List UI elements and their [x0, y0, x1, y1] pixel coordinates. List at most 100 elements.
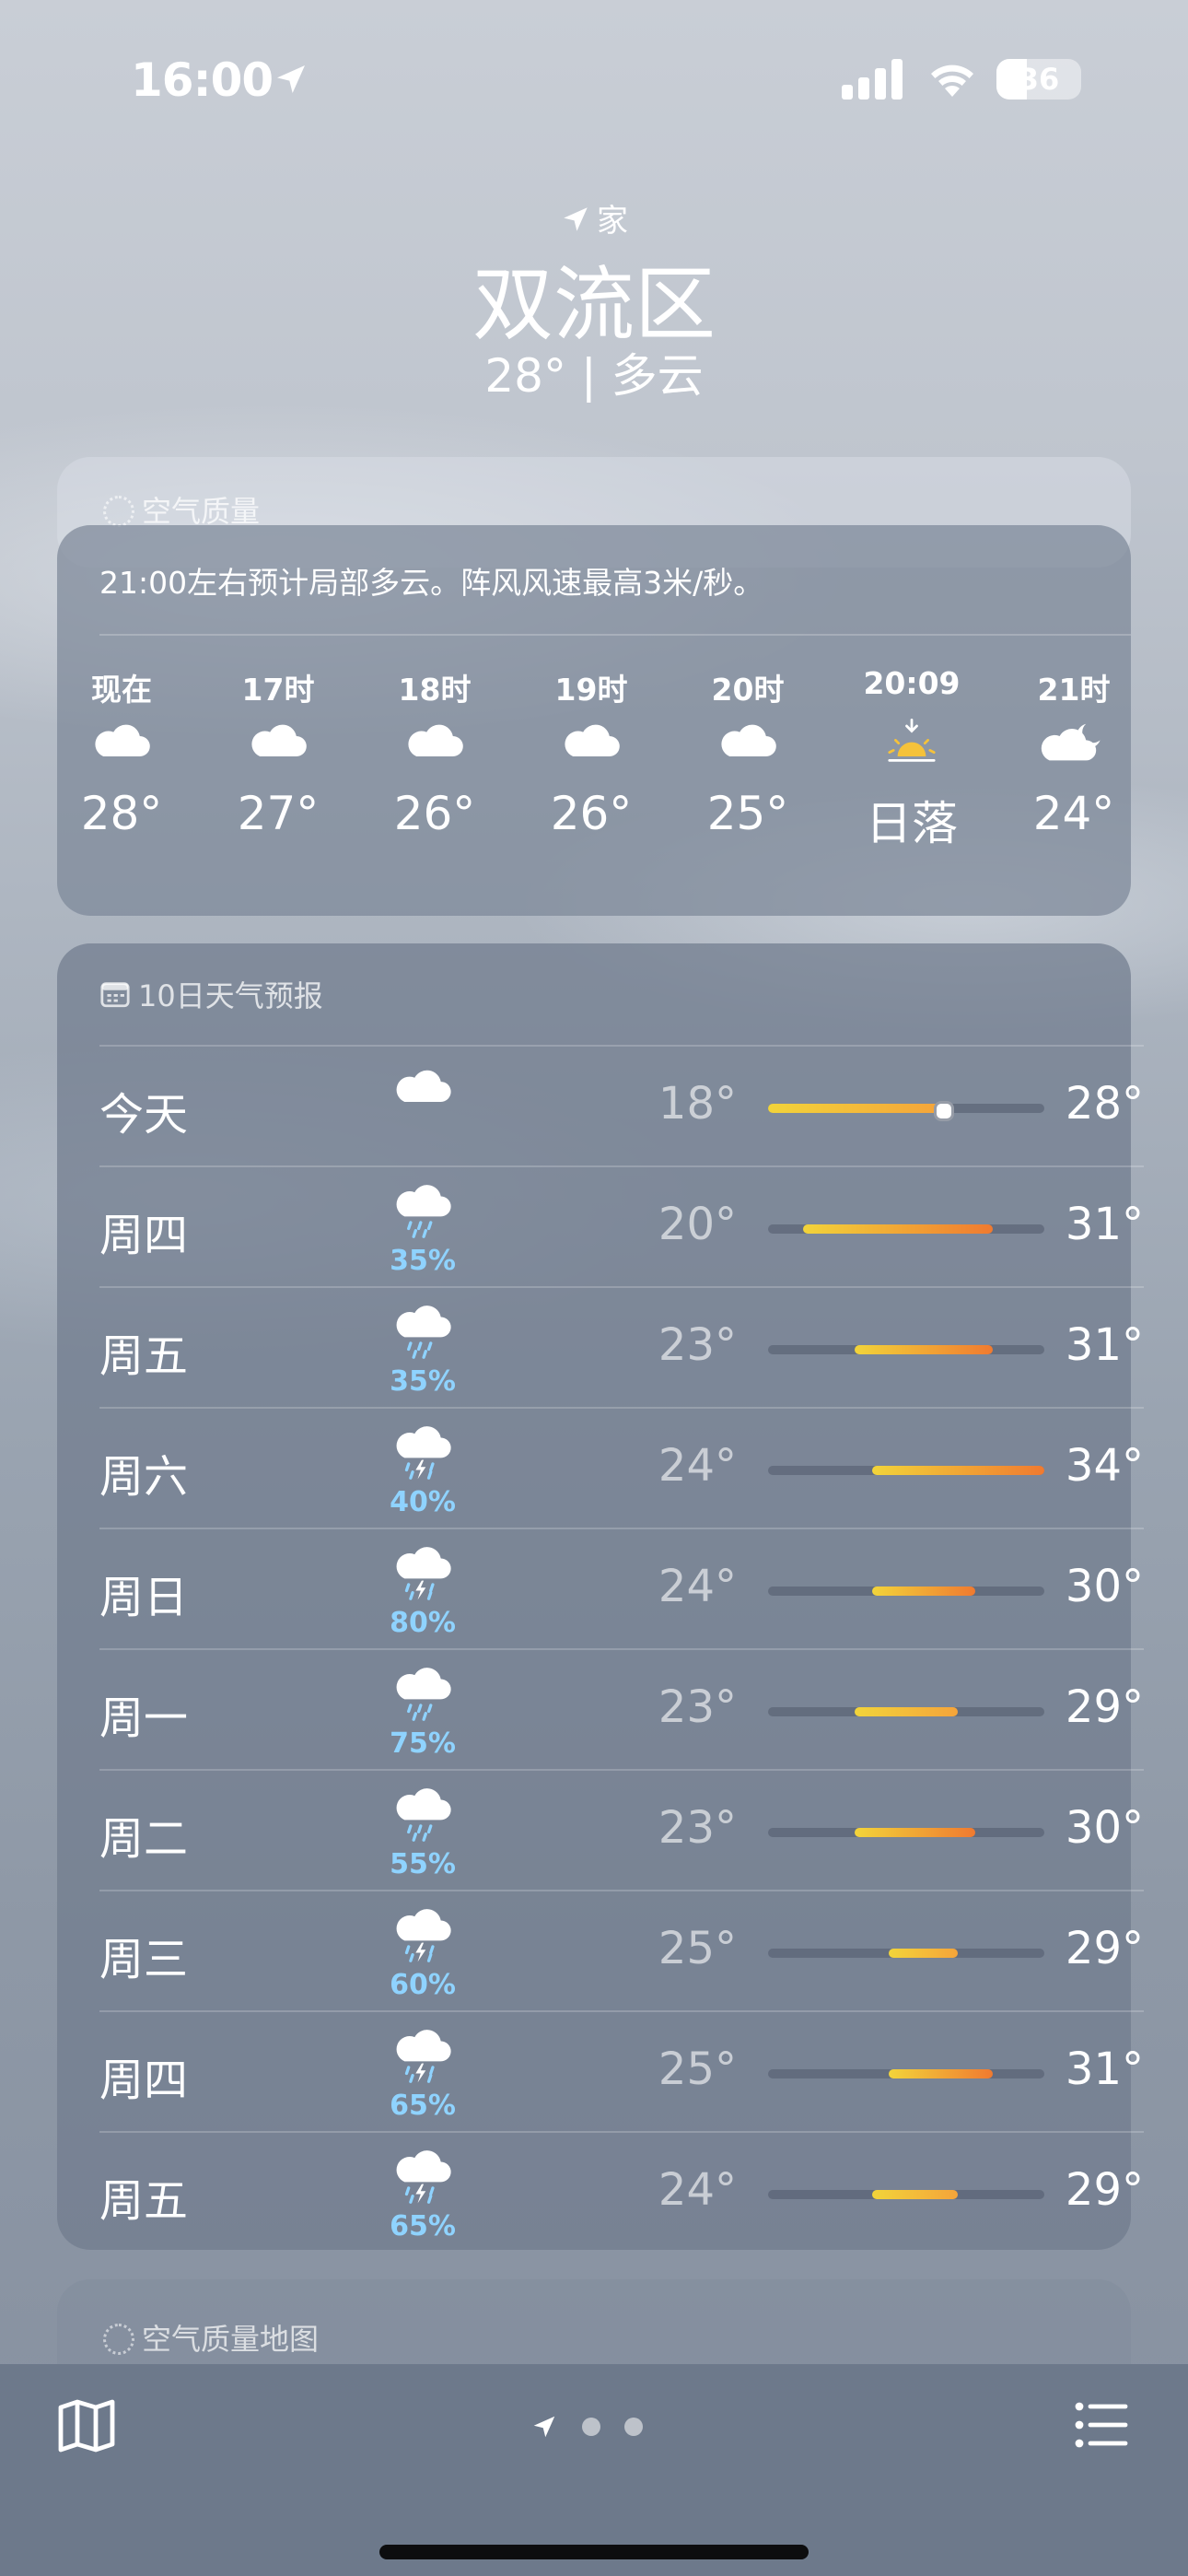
- low-temp: 24°: [658, 1561, 737, 1612]
- day-icon: [372, 1303, 473, 1367]
- divider: [99, 1165, 1144, 1167]
- hour-temp: 25°: [706, 787, 789, 840]
- day-icon: [372, 1182, 473, 1247]
- hour-temp: 26°: [393, 787, 476, 840]
- day-row[interactable]: 周六 40% 24° 34°: [99, 1407, 1144, 1528]
- hour-time: 现在: [91, 672, 152, 708]
- high-temp: 30°: [1065, 1802, 1144, 1854]
- temp-range-fill: [802, 1224, 993, 1234]
- cloud-icon: [396, 1070, 451, 1102]
- current-conditions: 28° | 多云: [484, 349, 704, 403]
- temp-range-fill: [871, 2190, 959, 2199]
- air-quality-map-label: 空气质量地图: [142, 2322, 320, 2357]
- hour-item: 19时 26°: [527, 665, 656, 840]
- high-temp: 31°: [1065, 1319, 1144, 1371]
- day-row[interactable]: 周二 55% 23° 30°: [99, 1769, 1144, 1890]
- divider: [99, 1286, 1144, 1288]
- high-temp: 28°: [1065, 1078, 1144, 1130]
- divider: [99, 1528, 1144, 1529]
- hour-icon: [847, 706, 976, 787]
- sunset-icon: [888, 719, 936, 762]
- temp-range-bar: [768, 1466, 1044, 1475]
- air-quality-label: 空气质量: [142, 494, 261, 529]
- day-row[interactable]: 周日 80% 24° 30°: [99, 1528, 1144, 1648]
- hour-temp: 24°: [1032, 787, 1115, 840]
- hour-icon: [57, 706, 186, 787]
- current-location-page-icon[interactable]: [530, 2413, 558, 2441]
- precip-chance: 65%: [390, 2210, 456, 2242]
- hour-time: 21时: [1037, 672, 1111, 708]
- divider: [99, 1648, 1144, 1650]
- temp-range-bar: [768, 1828, 1044, 1837]
- hour-temp: 28°: [80, 787, 163, 840]
- day-label: 周二: [99, 1813, 189, 1865]
- temp-range-bar: [768, 1587, 1044, 1596]
- thunderstorm-icon: [396, 1426, 451, 1480]
- day-row[interactable]: 周四 35% 20° 31°: [99, 1165, 1144, 1286]
- day-row[interactable]: 周一 75% 23° 29°: [99, 1648, 1144, 1769]
- cloud-rain-icon: [396, 1306, 451, 1359]
- precip-chance: 75%: [390, 1727, 456, 1760]
- temp-range-fill: [854, 1707, 959, 1716]
- low-temp: 25°: [658, 1923, 737, 1974]
- low-temp: 23°: [658, 1319, 737, 1371]
- ten-day-forecast-card[interactable]: 10日天气预报 今天 18° 28° 周四 35% 20° 31° 周五 35% 23° 31° 周六…: [57, 943, 1144, 2250]
- day-row[interactable]: 周五 65% 24° 29°: [99, 2131, 1144, 2252]
- list-icon[interactable]: [1074, 2399, 1129, 2451]
- day-row[interactable]: 今天 18° 28°: [99, 1045, 1144, 1165]
- day-label: 周五: [99, 2175, 189, 2227]
- high-temp: 29°: [1065, 1681, 1144, 1733]
- page-indicator[interactable]: [530, 2408, 643, 2445]
- thunderstorm-icon: [396, 2030, 451, 2083]
- hour-item: 20时 25°: [683, 665, 812, 840]
- divider: [99, 2010, 1144, 2012]
- cloud-rain-icon: [396, 1668, 451, 1721]
- cellular-signal-icon: [842, 59, 903, 100]
- hour-temp: 日落: [866, 797, 958, 850]
- cloud-rain-icon: [396, 1185, 451, 1238]
- low-temp: 25°: [658, 2043, 737, 2095]
- temp-range-bar: [768, 2069, 1044, 2078]
- day-row[interactable]: 周五 35% 23° 31°: [99, 1286, 1144, 1407]
- air-quality-icon: [103, 2324, 134, 2355]
- temp-range-bar: [768, 1707, 1044, 1716]
- page-dot[interactable]: [582, 2418, 600, 2436]
- thunderstorm-icon: [396, 1909, 451, 1962]
- hour-icon: [214, 706, 343, 787]
- thunderstorm-icon: [396, 1547, 451, 1600]
- day-icon: [372, 1423, 473, 1488]
- precip-chance: 35%: [390, 1365, 456, 1398]
- hour-time: 20时: [711, 672, 785, 708]
- page-dot[interactable]: [624, 2418, 643, 2436]
- low-temp: 23°: [658, 1802, 737, 1854]
- hour-item: 现在 28°: [57, 665, 186, 840]
- hour-item: 21时 24°: [1009, 665, 1138, 840]
- hour-icon: [1009, 706, 1138, 787]
- high-temp: 30°: [1065, 1561, 1144, 1612]
- day-icon: [372, 1906, 473, 1971]
- precip-chance: 40%: [390, 1486, 456, 1518]
- low-temp: 24°: [658, 2164, 737, 2216]
- high-temp: 31°: [1065, 2043, 1144, 2095]
- divider: [99, 1769, 1144, 1771]
- cloud-icon: [95, 724, 150, 756]
- map-icon[interactable]: [57, 2397, 116, 2454]
- day-row[interactable]: 周四 65% 25° 31°: [99, 2010, 1144, 2131]
- low-temp: 18°: [658, 1078, 737, 1130]
- location-tag: 家: [0, 195, 1188, 240]
- divider: [99, 1407, 1144, 1409]
- day-label: 周三: [99, 1934, 189, 1985]
- cloud-icon: [565, 724, 620, 756]
- hourly-forecast-card[interactable]: 21:00左右预计局部多云。阵风风速最高3米/秒。 现在 28° 17时 27° 18时…: [57, 525, 1131, 916]
- home-indicator[interactable]: [379, 2545, 809, 2559]
- high-temp: 29°: [1065, 1923, 1144, 1974]
- low-temp: 20°: [658, 1199, 737, 1250]
- location-arrow-icon: [564, 207, 588, 231]
- divider: [99, 1045, 1144, 1047]
- calendar-icon: [100, 982, 130, 1008]
- temp-range-bar: [768, 1224, 1044, 1234]
- location-arrow-icon: [277, 65, 305, 93]
- cloud-rain-icon: [396, 1788, 451, 1842]
- status-time: 16:00: [131, 53, 274, 107]
- day-row[interactable]: 周三 60% 25° 29°: [99, 1890, 1144, 2010]
